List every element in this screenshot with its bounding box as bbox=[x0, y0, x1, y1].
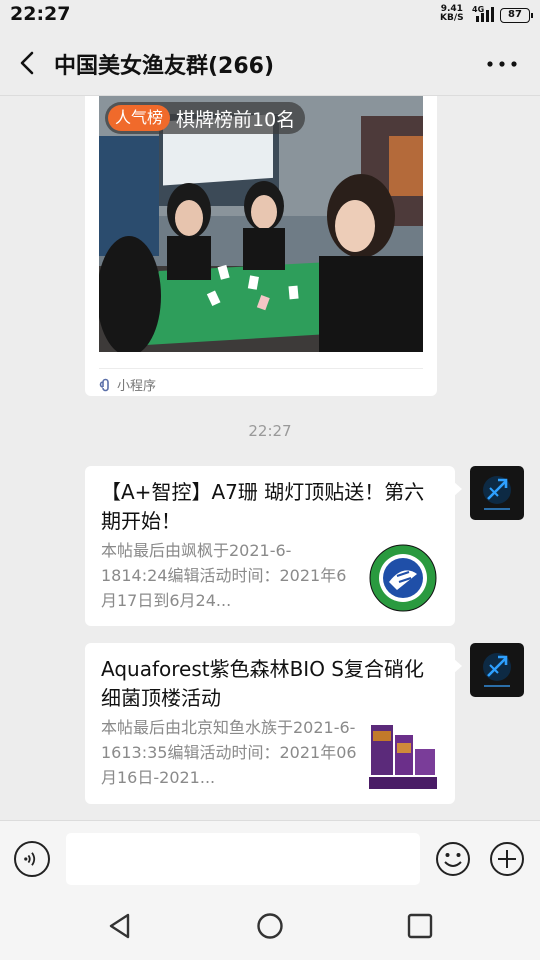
chat-header: 中国美女渔友群(266) bbox=[0, 30, 540, 96]
voice-icon[interactable] bbox=[14, 841, 50, 877]
mini-program-label: 小程序 bbox=[117, 379, 157, 394]
system-nav-bar bbox=[0, 888, 540, 960]
product-thumbnail bbox=[367, 719, 439, 791]
sender-avatar[interactable] bbox=[470, 466, 524, 520]
mini-program-footer: 小程序 bbox=[99, 368, 423, 394]
battery-icon: 87 bbox=[500, 8, 533, 23]
sender-avatar[interactable] bbox=[470, 643, 524, 697]
message-input[interactable] bbox=[66, 833, 420, 885]
net-speed: 9.41 KB/S bbox=[440, 5, 464, 23]
mini-program-image[interactable]: 人气榜 棋牌榜前10名 bbox=[99, 96, 423, 352]
square-recents-icon[interactable] bbox=[406, 912, 434, 940]
photo-illustration bbox=[99, 96, 423, 352]
club-logo-thumbnail bbox=[367, 542, 439, 614]
signal-icon: 4G bbox=[472, 5, 496, 22]
emoji-icon[interactable] bbox=[435, 841, 471, 877]
battery-level: 87 bbox=[508, 9, 522, 20]
sagittarius-icon bbox=[483, 476, 511, 510]
link-card[interactable]: 【A+智控】A7珊 瑚灯顶贴送！第六期开始！ 本帖最后由飒枫于2021-6-18… bbox=[85, 466, 462, 626]
triangle-back-icon[interactable] bbox=[106, 912, 134, 940]
status-time: 22:27 bbox=[10, 3, 71, 25]
message-input-bar bbox=[0, 820, 540, 888]
badge-text: 棋牌榜前10名 bbox=[176, 108, 296, 131]
link-card-description: 本帖最后由北京知鱼水族于2021-6-1613:35编辑活动时间：2021年06… bbox=[101, 718, 357, 787]
more-dots-icon[interactable] bbox=[484, 52, 520, 76]
status-bar: 22:27 9.41 KB/S 4G 87 bbox=[0, 0, 540, 30]
popularity-badge: 人气榜 棋牌榜前10名 bbox=[105, 102, 306, 134]
link-card-title: Aquaforest紫色森林BIO S复合硝化细菌顶楼活动 bbox=[101, 657, 424, 710]
plus-icon[interactable] bbox=[489, 841, 525, 877]
sagittarius-icon bbox=[483, 653, 511, 687]
message-timestamp: 22:27 bbox=[248, 422, 292, 440]
link-card-description: 本帖最后由飒枫于2021-6-1814:24编辑活动时间：2021年6月17日到… bbox=[101, 541, 347, 610]
mini-program-icon bbox=[99, 378, 109, 391]
mini-program-card[interactable]: 人气榜 棋牌榜前10名 小程序 bbox=[85, 96, 437, 396]
badge-tag: 人气榜 bbox=[108, 105, 171, 131]
chevron-left-icon[interactable] bbox=[14, 48, 42, 78]
chat-title[interactable]: 中国美女渔友群(266) bbox=[54, 48, 274, 80]
circle-home-icon[interactable] bbox=[256, 912, 284, 940]
link-card[interactable]: Aquaforest紫色森林BIO S复合硝化细菌顶楼活动 本帖最后由北京知鱼水… bbox=[85, 643, 462, 804]
link-card-title: 【A+智控】A7珊 瑚灯顶贴送！第六期开始！ bbox=[101, 480, 425, 533]
net-speed-unit: KB/S bbox=[440, 13, 464, 23]
